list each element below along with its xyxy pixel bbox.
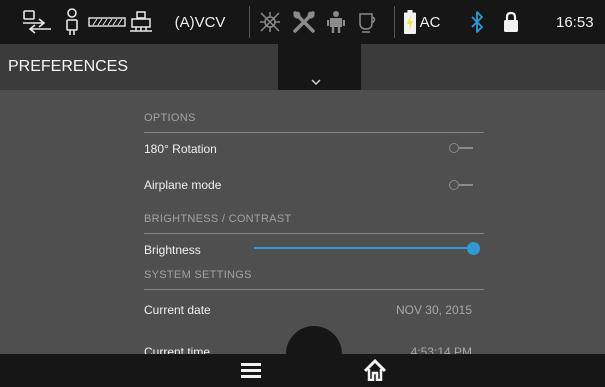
bluetooth-icon[interactable] — [470, 0, 484, 44]
battery-icon — [403, 0, 417, 44]
tools-icon[interactable] — [291, 0, 317, 44]
toggle-track — [459, 184, 473, 186]
title-bar: PREFERENCES — [0, 44, 605, 90]
rotation-label: 180° Rotation — [144, 142, 217, 156]
status-bar: (A)VCV AC 16:53 — [0, 0, 605, 44]
section-header-brightness: BRIGHTNESS / CONTRAST — [144, 213, 484, 234]
hamburger-menu-icon[interactable] — [241, 358, 261, 382]
probe-icon[interactable] — [64, 0, 80, 44]
brightness-label: Brightness — [144, 243, 201, 257]
status-divider — [249, 6, 250, 38]
crossed-out-icon[interactable] — [258, 0, 282, 44]
page-title: PREFERENCES — [8, 58, 129, 75]
toggle-knob — [449, 180, 459, 190]
mode-label: (A)VCV — [174, 13, 226, 31]
usb-transfer-icon[interactable] — [22, 0, 52, 44]
printer-icon[interactable] — [128, 0, 154, 44]
section-header-options: OPTIONS — [144, 112, 484, 133]
toggle-track — [459, 147, 473, 149]
airplane-mode-label: Airplane mode — [144, 178, 222, 192]
current-date-label: Current date — [144, 303, 211, 317]
home-icon[interactable] — [364, 357, 386, 383]
airplane-mode-toggle[interactable] — [449, 180, 476, 190]
section-header-system: SYSTEM SETTINGS — [144, 269, 484, 290]
chevron-down-icon[interactable] — [311, 72, 321, 90]
rotation-toggle[interactable] — [449, 143, 476, 153]
nav-bar — [0, 354, 605, 387]
user-icon[interactable] — [326, 0, 346, 44]
power-source-label: AC — [419, 13, 441, 31]
brightness-slider-thumb[interactable] — [467, 242, 480, 255]
cup-icon[interactable] — [356, 0, 378, 44]
clock: 16:53 — [556, 13, 594, 31]
transducer-icon[interactable] — [88, 0, 126, 44]
brightness-slider[interactable] — [254, 247, 473, 249]
current-date-value[interactable]: NOV 30, 2015 — [396, 303, 472, 317]
lock-icon[interactable] — [503, 0, 519, 44]
status-divider — [394, 6, 395, 38]
toggle-knob — [449, 143, 459, 153]
